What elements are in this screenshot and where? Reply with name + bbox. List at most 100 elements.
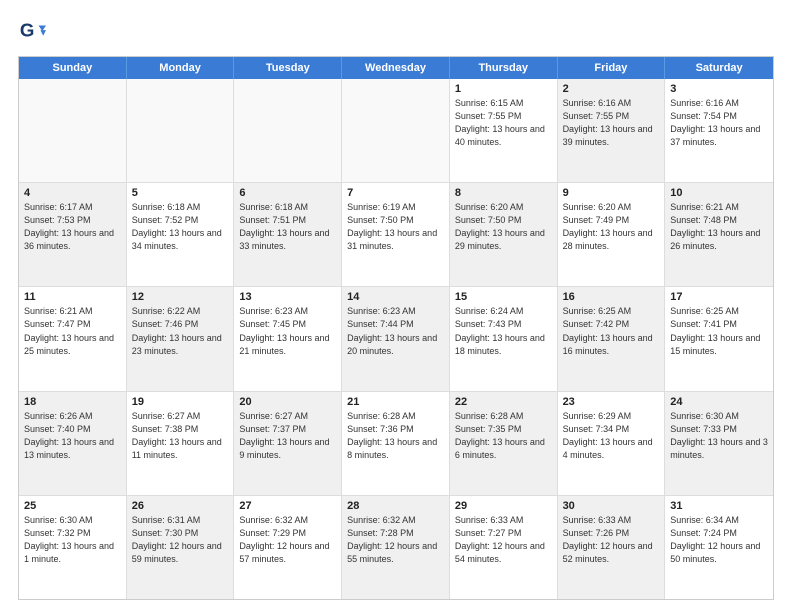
calendar-row-5: 25Sunrise: 6:30 AMSunset: 7:32 PMDayligh…	[19, 496, 773, 599]
day-number: 22	[455, 396, 552, 408]
calendar-cell	[234, 79, 342, 182]
calendar-row-2: 4 Sunrise: 6:17 AMSunset: 7:53 PMDaylight…	[19, 183, 773, 287]
calendar-cell: 4 Sunrise: 6:17 AMSunset: 7:53 PMDaylight…	[19, 183, 127, 286]
header-day-sunday: Sunday	[19, 57, 127, 79]
header-day-tuesday: Tuesday	[234, 57, 342, 79]
cell-text: Sunrise: 6:17 AMSunset: 7:53 PMDaylight:…	[24, 201, 121, 253]
svg-text:G: G	[20, 20, 35, 41]
cell-text: Sunrise: 6:28 AMSunset: 7:35 PMDaylight:…	[455, 410, 552, 462]
cell-text: Sunrise: 6:28 AMSunset: 7:36 PMDaylight:…	[347, 410, 444, 462]
cell-text: Sunrise: 6:21 AMSunset: 7:48 PMDaylight:…	[670, 201, 768, 253]
day-number: 31	[670, 500, 768, 512]
cell-text: Sunrise: 6:34 AMSunset: 7:24 PMDaylight:…	[670, 514, 768, 566]
day-number: 1	[455, 83, 552, 95]
cell-text: Sunrise: 6:32 AMSunset: 7:28 PMDaylight:…	[347, 514, 444, 566]
cell-text: Sunrise: 6:25 AMSunset: 7:41 PMDaylight:…	[670, 305, 768, 357]
calendar-cell: 29Sunrise: 6:33 AMSunset: 7:27 PMDayligh…	[450, 496, 558, 599]
day-number: 15	[455, 291, 552, 303]
calendar-cell: 17Sunrise: 6:25 AMSunset: 7:41 PMDayligh…	[665, 287, 773, 390]
cell-text: Sunrise: 6:20 AMSunset: 7:50 PMDaylight:…	[455, 201, 552, 253]
header: G	[18, 18, 774, 46]
calendar-cell: 27 Sunrise: 6:32 AMSunset: 7:29 PMDayligh…	[234, 496, 342, 599]
calendar-cell: 2 Sunrise: 6:16 AMSunset: 7:55 PMDaylight…	[558, 79, 666, 182]
cell-text: Sunrise: 6:18 AMSunset: 7:51 PMDaylight:…	[239, 201, 336, 253]
day-number: 13	[239, 291, 336, 303]
calendar-cell: 21Sunrise: 6:28 AMSunset: 7:36 PMDayligh…	[342, 392, 450, 495]
calendar-body: 1Sunrise: 6:15 AMSunset: 7:55 PMDaylight…	[19, 79, 773, 599]
calendar-row-4: 18Sunrise: 6:26 AMSunset: 7:40 PMDayligh…	[19, 392, 773, 496]
day-number: 7	[347, 187, 444, 199]
logo-icon: G	[18, 18, 46, 46]
calendar-cell: 30 Sunrise: 6:33 AMSunset: 7:26 PMDayligh…	[558, 496, 666, 599]
day-number: 2	[563, 83, 660, 95]
day-number: 4	[24, 187, 121, 199]
header-day-wednesday: Wednesday	[342, 57, 450, 79]
calendar-cell: 13 Sunrise: 6:23 AMSunset: 7:45 PMDayligh…	[234, 287, 342, 390]
calendar-cell: 20Sunrise: 6:27 AMSunset: 7:37 PMDayligh…	[234, 392, 342, 495]
day-number: 25	[24, 500, 121, 512]
calendar-cell: 11 Sunrise: 6:21 AMSunset: 7:47 PMDayligh…	[19, 287, 127, 390]
calendar-cell	[127, 79, 235, 182]
day-number: 24	[670, 396, 768, 408]
day-number: 5	[132, 187, 229, 199]
cell-text: Sunrise: 6:24 AMSunset: 7:43 PMDaylight:…	[455, 305, 552, 357]
calendar-cell: 24 Sunrise: 6:30 AMSunset: 7:33 PMDayligh…	[665, 392, 773, 495]
calendar-cell: 26Sunrise: 6:31 AMSunset: 7:30 PMDayligh…	[127, 496, 235, 599]
cell-text: Sunrise: 6:21 AMSunset: 7:47 PMDaylight:…	[24, 305, 121, 357]
day-number: 30	[563, 500, 660, 512]
cell-text: Sunrise: 6:23 AMSunset: 7:44 PMDaylight:…	[347, 305, 444, 357]
calendar-cell: 14 Sunrise: 6:23 AMSunset: 7:44 PMDayligh…	[342, 287, 450, 390]
logo: G	[18, 18, 48, 46]
day-number: 3	[670, 83, 768, 95]
day-number: 9	[563, 187, 660, 199]
day-number: 27	[239, 500, 336, 512]
calendar: SundayMondayTuesdayWednesdayThursdayFrid…	[18, 56, 774, 600]
calendar-cell: 6 Sunrise: 6:18 AMSunset: 7:51 PMDaylight…	[234, 183, 342, 286]
calendar-cell: 22 Sunrise: 6:28 AMSunset: 7:35 PMDayligh…	[450, 392, 558, 495]
calendar-cell: 8 Sunrise: 6:20 AMSunset: 7:50 PMDaylight…	[450, 183, 558, 286]
calendar-cell: 19 Sunrise: 6:27 AMSunset: 7:38 PMDayligh…	[127, 392, 235, 495]
day-number: 12	[132, 291, 229, 303]
calendar-cell: 1Sunrise: 6:15 AMSunset: 7:55 PMDaylight…	[450, 79, 558, 182]
header-day-thursday: Thursday	[450, 57, 558, 79]
calendar-cell: 9Sunrise: 6:20 AMSunset: 7:49 PMDaylight…	[558, 183, 666, 286]
calendar-header: SundayMondayTuesdayWednesdayThursdayFrid…	[19, 57, 773, 79]
calendar-cell: 7 Sunrise: 6:19 AMSunset: 7:50 PMDaylight…	[342, 183, 450, 286]
cell-text: Sunrise: 6:33 AMSunset: 7:27 PMDaylight:…	[455, 514, 552, 566]
calendar-cell	[342, 79, 450, 182]
day-number: 23	[563, 396, 660, 408]
calendar-cell: 3 Sunrise: 6:16 AMSunset: 7:54 PMDaylight…	[665, 79, 773, 182]
cell-text: Sunrise: 6:30 AMSunset: 7:33 PMDaylight:…	[670, 410, 768, 462]
day-number: 14	[347, 291, 444, 303]
header-day-saturday: Saturday	[665, 57, 773, 79]
cell-text: Sunrise: 6:18 AMSunset: 7:52 PMDaylight:…	[132, 201, 229, 253]
cell-text: Sunrise: 6:29 AMSunset: 7:34 PMDaylight:…	[563, 410, 660, 462]
cell-text: Sunrise: 6:33 AMSunset: 7:26 PMDaylight:…	[563, 514, 660, 566]
calendar-cell: 15 Sunrise: 6:24 AMSunset: 7:43 PMDayligh…	[450, 287, 558, 390]
cell-text: Sunrise: 6:27 AMSunset: 7:38 PMDaylight:…	[132, 410, 229, 462]
header-day-monday: Monday	[127, 57, 235, 79]
day-number: 19	[132, 396, 229, 408]
cell-text: Sunrise: 6:16 AMSunset: 7:55 PMDaylight:…	[563, 97, 660, 149]
cell-text: Sunrise: 6:31 AMSunset: 7:30 PMDaylight:…	[132, 514, 229, 566]
calendar-cell: 5 Sunrise: 6:18 AMSunset: 7:52 PMDaylight…	[127, 183, 235, 286]
day-number: 11	[24, 291, 121, 303]
day-number: 20	[239, 396, 336, 408]
day-number: 6	[239, 187, 336, 199]
cell-text: Sunrise: 6:22 AMSunset: 7:46 PMDaylight:…	[132, 305, 229, 357]
cell-text: Sunrise: 6:19 AMSunset: 7:50 PMDaylight:…	[347, 201, 444, 253]
cell-text: Sunrise: 6:16 AMSunset: 7:54 PMDaylight:…	[670, 97, 768, 149]
header-day-friday: Friday	[558, 57, 666, 79]
page: G SundayMondayTuesdayWednesdayThursdayFr…	[0, 0, 792, 612]
cell-text: Sunrise: 6:32 AMSunset: 7:29 PMDaylight:…	[239, 514, 336, 566]
day-number: 8	[455, 187, 552, 199]
calendar-cell: 23 Sunrise: 6:29 AMSunset: 7:34 PMDayligh…	[558, 392, 666, 495]
calendar-cell: 28Sunrise: 6:32 AMSunset: 7:28 PMDayligh…	[342, 496, 450, 599]
calendar-cell: 18Sunrise: 6:26 AMSunset: 7:40 PMDayligh…	[19, 392, 127, 495]
cell-text: Sunrise: 6:23 AMSunset: 7:45 PMDaylight:…	[239, 305, 336, 357]
calendar-cell: 31 Sunrise: 6:34 AMSunset: 7:24 PMDayligh…	[665, 496, 773, 599]
calendar-cell: 12 Sunrise: 6:22 AMSunset: 7:46 PMDayligh…	[127, 287, 235, 390]
calendar-row-1: 1Sunrise: 6:15 AMSunset: 7:55 PMDaylight…	[19, 79, 773, 183]
day-number: 10	[670, 187, 768, 199]
day-number: 18	[24, 396, 121, 408]
